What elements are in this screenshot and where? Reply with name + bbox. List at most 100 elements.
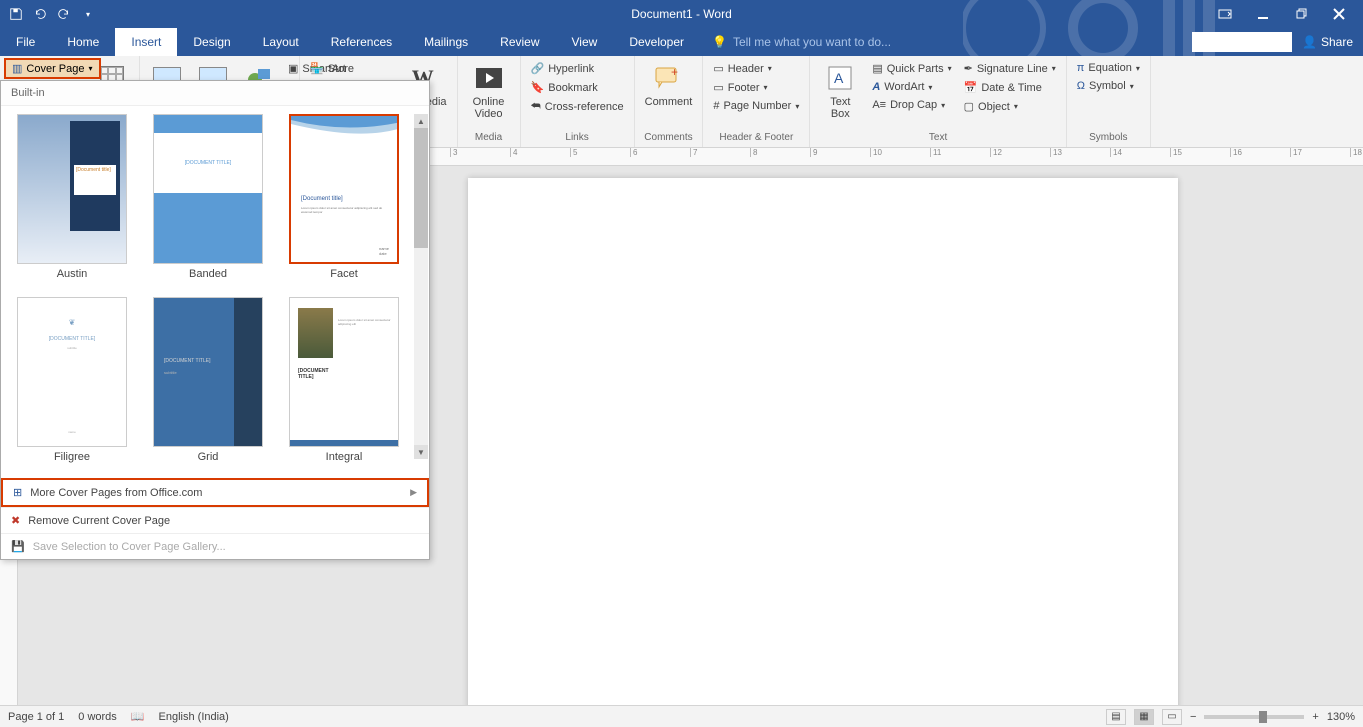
text-box-button[interactable]: AText Box — [816, 60, 864, 122]
ruler-tick: 15 — [1170, 148, 1230, 157]
zoom-out-button[interactable]: − — [1190, 711, 1196, 723]
header-button[interactable]: ▭Header ▾ — [709, 60, 803, 77]
print-layout-button[interactable]: ▦ — [1134, 709, 1154, 725]
bookmark-icon: 🔖 — [531, 81, 545, 94]
cover-thumb-filigree[interactable]: ❦ [DOCUMENT TITLE] subtitle name Filigre… — [9, 297, 135, 470]
ribbon-group-comments: +Comment Comments — [635, 56, 704, 147]
cover-thumb-austin[interactable]: [Document title] Austin — [9, 114, 135, 287]
cover-gallery-scrollbar[interactable]: ▲ ▼ — [414, 114, 428, 459]
ribbon-options-icon[interactable] — [1213, 4, 1237, 24]
redo-icon[interactable] — [56, 6, 72, 22]
comment-button[interactable]: +Comment — [641, 60, 697, 110]
cover-page-button[interactable]: ▥ Cover Page ▾ — [4, 58, 101, 79]
bookmark-label: Bookmark — [548, 82, 598, 94]
hyperlink-label: Hyperlink — [548, 63, 594, 75]
page-status[interactable]: Page 1 of 1 — [8, 711, 64, 723]
header-label: Header — [728, 63, 764, 75]
window-controls — [1213, 4, 1363, 24]
tab-design[interactable]: Design — [177, 28, 246, 56]
save-to-gallery-item: 💾 Save Selection to Cover Page Gallery..… — [1, 533, 429, 559]
save-icon[interactable] — [8, 6, 24, 22]
document-page[interactable] — [468, 178, 1178, 705]
group-label-symbols: Symbols — [1073, 132, 1144, 145]
zoom-slider-handle[interactable] — [1259, 711, 1267, 723]
more-cover-pages-item[interactable]: ⊞ More Cover Pages from Office.com ▶ — [1, 478, 429, 507]
page-number-label: Page Number — [723, 100, 791, 112]
ribbon-group-symbols: πEquation ▾ ΩSymbol ▾ Symbols — [1067, 56, 1151, 147]
ruler-tick: 9 — [810, 148, 870, 157]
comment-label: Comment — [645, 96, 693, 108]
tab-view[interactable]: View — [556, 28, 614, 56]
tab-file[interactable]: File — [0, 28, 51, 56]
drop-cap-button[interactable]: A≡Drop Cap ▾ — [868, 97, 955, 113]
ruler-tick: 16 — [1230, 148, 1290, 157]
bookmark-button[interactable]: 🔖Bookmark — [527, 79, 628, 96]
more-cover-pages-label: More Cover Pages from Office.com — [30, 487, 202, 499]
cross-reference-icon: ⮪ — [531, 100, 541, 113]
zoom-in-button[interactable]: + — [1312, 711, 1318, 723]
cover-thumb-label: Integral — [326, 451, 363, 463]
tab-developer[interactable]: Developer — [613, 28, 700, 56]
group-label-comments: Comments — [641, 132, 697, 145]
remove-cover-page-item[interactable]: ✖ Remove Current Cover Page — [1, 507, 429, 533]
word-count[interactable]: 0 words — [78, 711, 117, 723]
quick-parts-button[interactable]: ▤Quick Parts ▾ — [868, 60, 955, 77]
qat-customize-icon[interactable]: ▾ — [80, 6, 96, 22]
hyperlink-button[interactable]: 🔗Hyperlink — [527, 60, 628, 77]
group-label-text: Text — [816, 132, 1059, 145]
wordart-label: WordArt — [884, 81, 924, 93]
share-button[interactable]: 👤 Share — [1302, 35, 1353, 49]
restore-icon[interactable] — [1289, 4, 1313, 24]
cover-thumb-grid[interactable]: [DOCUMENT TITLE] subtitle Grid — [145, 297, 271, 470]
page-number-button[interactable]: #Page Number ▾ — [709, 98, 803, 114]
zoom-slider[interactable] — [1204, 715, 1304, 719]
web-layout-button[interactable]: ▭ — [1162, 709, 1182, 725]
store-button[interactable]: 🏪Store — [306, 60, 391, 77]
hyperlink-icon: 🔗 — [531, 62, 545, 75]
quick-parts-label: Quick Parts — [887, 63, 944, 75]
online-video-button[interactable]: Online Video — [464, 60, 514, 122]
signature-line-button[interactable]: ✒Signature Line ▾ — [960, 60, 1060, 77]
ruler-tick: 17 — [1290, 148, 1350, 157]
scroll-track[interactable] — [414, 128, 428, 445]
tab-insert[interactable]: Insert — [115, 28, 177, 56]
equation-button[interactable]: πEquation ▾ — [1073, 60, 1144, 76]
read-mode-button[interactable]: ▤ — [1106, 709, 1126, 725]
wordart-button[interactable]: AWordArt ▾ — [868, 79, 955, 95]
spell-check-icon[interactable]: 📖 — [131, 710, 145, 723]
date-time-button[interactable]: 📅Date & Time — [960, 79, 1060, 96]
cover-page-gallery: Built-in [Document title] Austin [DOCUME… — [0, 80, 430, 560]
text-box-icon: A — [827, 65, 853, 91]
footer-button[interactable]: ▭Footer ▾ — [709, 79, 803, 96]
tab-layout[interactable]: Layout — [247, 28, 315, 56]
close-icon[interactable] — [1327, 4, 1351, 24]
cross-reference-button[interactable]: ⮪Cross-reference — [527, 98, 628, 115]
tell-me-placeholder: Tell me what you want to do... — [733, 35, 891, 49]
scroll-down-icon[interactable]: ▼ — [414, 445, 428, 459]
search-input[interactable] — [1192, 32, 1292, 52]
minimize-icon[interactable] — [1251, 4, 1275, 24]
zoom-level[interactable]: 130% — [1327, 711, 1355, 723]
tab-review[interactable]: Review — [484, 28, 555, 56]
ruler-tick: 18 — [1350, 148, 1363, 157]
symbol-icon: Ω — [1077, 80, 1085, 92]
page-number-icon: # — [713, 100, 719, 112]
object-button[interactable]: ▢Object ▾ — [960, 98, 1060, 115]
cover-page-icon: ▥ — [12, 62, 22, 75]
symbol-button[interactable]: ΩSymbol ▾ — [1073, 78, 1144, 94]
tab-mailings[interactable]: Mailings — [408, 28, 484, 56]
scroll-thumb[interactable] — [414, 128, 428, 248]
ribbon-group-links: 🔗Hyperlink 🔖Bookmark ⮪Cross-reference Li… — [521, 56, 635, 147]
language-status[interactable]: English (India) — [159, 711, 229, 723]
ribbon-group-media: Online Video Media — [458, 56, 521, 147]
group-label-media: Media — [464, 132, 514, 145]
tab-references[interactable]: References — [315, 28, 408, 56]
tell-me-search[interactable]: 💡 Tell me what you want to do... — [700, 28, 903, 56]
cover-thumb-facet[interactable]: [Document title] Lorem ipsum dolor sit a… — [281, 114, 407, 287]
date-time-icon: 📅 — [964, 81, 978, 94]
tab-home[interactable]: Home — [51, 28, 115, 56]
cover-thumb-banded[interactable]: [DOCUMENT TITLE] Banded — [145, 114, 271, 287]
undo-icon[interactable] — [32, 6, 48, 22]
scroll-up-icon[interactable]: ▲ — [414, 114, 428, 128]
cover-thumb-integral[interactable]: Lorem ipsum dolor sit amet consectetur a… — [281, 297, 407, 470]
